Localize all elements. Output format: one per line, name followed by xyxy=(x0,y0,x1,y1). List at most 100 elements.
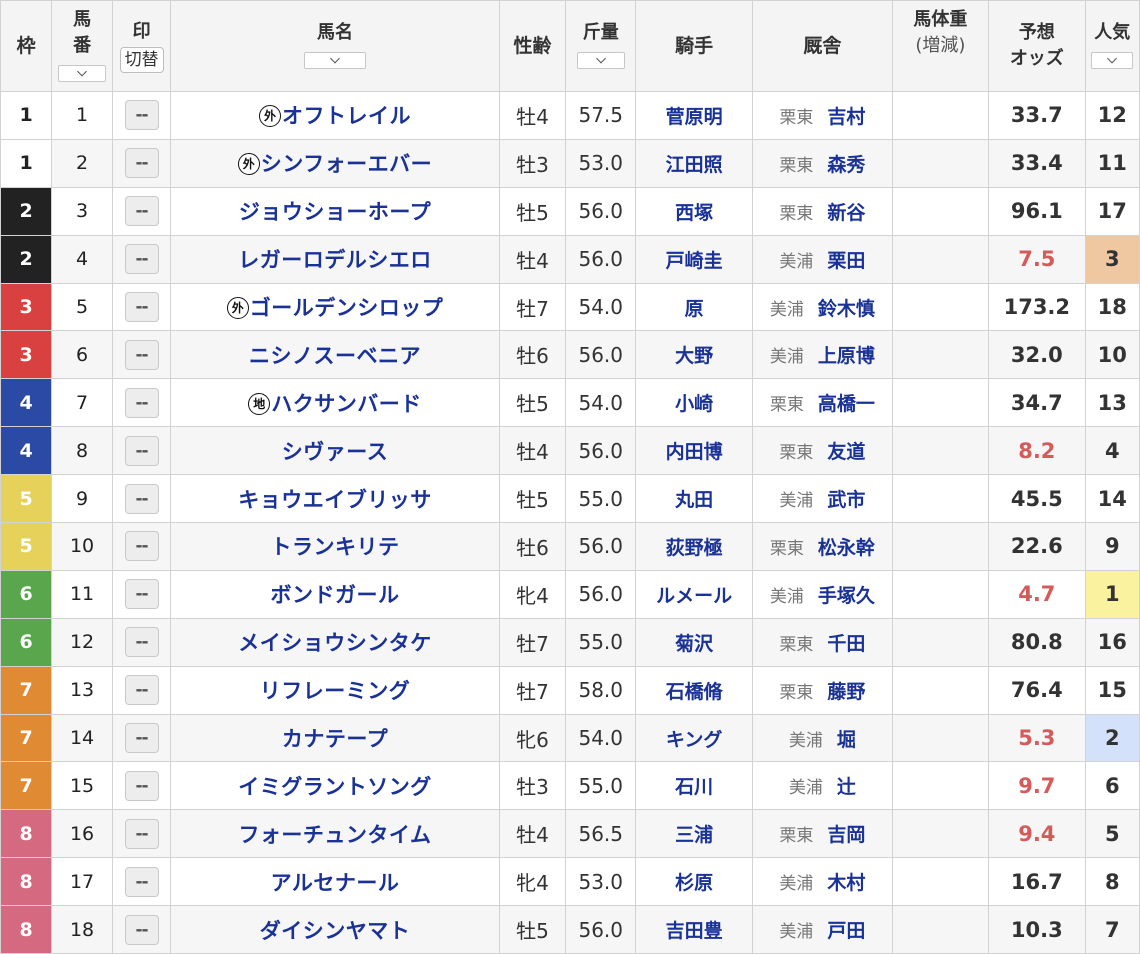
horse-name-link[interactable]: リフレーミング xyxy=(260,679,411,703)
trainer-link[interactable]: 辻 xyxy=(837,776,856,798)
trainer-link[interactable]: 高橋一 xyxy=(818,393,875,415)
trainer-link[interactable]: 戸田 xyxy=(827,920,865,942)
mark-select-button[interactable]: -- xyxy=(124,292,159,322)
trainer-link[interactable]: 友道 xyxy=(827,441,865,463)
trainer-link[interactable]: 手塚久 xyxy=(818,585,875,607)
mark-select-button[interactable]: -- xyxy=(124,914,159,945)
jockey-link[interactable]: 吉田豊 xyxy=(635,905,754,954)
trainer-link[interactable]: 木村 xyxy=(827,872,865,894)
trainer-link[interactable]: 鈴木慎 xyxy=(818,298,875,320)
trainer-link[interactable]: 藤野 xyxy=(827,681,865,703)
mark-select-button[interactable]: -- xyxy=(124,579,159,610)
stable-region: 栗東 xyxy=(779,107,814,128)
horse-name-link[interactable]: アルセナール xyxy=(271,871,400,895)
jockey-link[interactable]: 江田照 xyxy=(635,138,754,188)
jockey-header-label: 騎手 xyxy=(675,35,714,57)
jockey-link[interactable]: 小崎 xyxy=(635,378,754,428)
sort-horse-name-button[interactable] xyxy=(303,52,366,69)
jockey-link[interactable]: 内田博 xyxy=(635,426,754,476)
jockey-link[interactable]: 荻野極 xyxy=(635,522,754,571)
mark-select-button[interactable]: -- xyxy=(124,866,159,897)
popularity-rank: 4 xyxy=(1084,426,1140,476)
mark-select-button[interactable]: -- xyxy=(124,818,159,849)
sort-weight-button[interactable] xyxy=(576,52,625,69)
predicted-odds: 10.3 xyxy=(988,905,1086,954)
horse-number: 3 xyxy=(51,186,113,236)
horse-name-link[interactable]: シンフォーエバー xyxy=(261,152,432,176)
horse-name-link[interactable]: ゴールデンシロップ xyxy=(250,296,444,320)
mark-select-button[interactable]: -- xyxy=(124,723,159,754)
col-header-horse-name[interactable]: 馬名 xyxy=(170,0,500,92)
horse-name-link[interactable]: ダイシンヤマト xyxy=(260,919,411,943)
body-weight xyxy=(891,713,990,763)
trainer-link[interactable]: 吉岡 xyxy=(827,824,865,846)
carried-weight: 58.0 xyxy=(565,665,637,715)
predicted-odds: 33.4 xyxy=(988,138,1086,188)
horse-name-link[interactable]: シヴァース xyxy=(282,440,388,464)
mark-select-button[interactable]: -- xyxy=(124,675,159,706)
table-row: 2 3 -- ジョウショーホープ 牡5 56.0 西塚 栗東 新谷 96.1 17 xyxy=(0,186,1140,236)
horse-name-link[interactable]: トランキリテ xyxy=(270,535,399,559)
horse-name-link[interactable]: カナテープ xyxy=(282,727,388,751)
horse-name-link[interactable]: オフトレイル xyxy=(282,104,411,128)
mark-select-button[interactable]: -- xyxy=(124,387,159,418)
mark-select-button[interactable]: -- xyxy=(124,244,159,275)
horse-name-link[interactable]: レガーロデルシエロ xyxy=(238,248,432,272)
mark-select-button[interactable]: -- xyxy=(124,196,159,227)
trainer-link[interactable]: 新谷 xyxy=(827,202,865,224)
trainer-link[interactable]: 上原博 xyxy=(818,345,875,367)
mark-select-button[interactable]: -- xyxy=(124,339,159,370)
stable-cell: 美浦 戸田 xyxy=(752,905,893,954)
jockey-link[interactable]: 菊沢 xyxy=(635,617,754,667)
horse-name-link[interactable]: ハクサンバード xyxy=(271,392,422,416)
horse-name-link[interactable]: メイショウシンタケ xyxy=(238,631,432,655)
waku-number: 3 xyxy=(0,330,53,380)
mark-select-button[interactable]: -- xyxy=(124,531,159,562)
trainer-link[interactable]: 武市 xyxy=(827,489,865,511)
mark-select-button[interactable]: -- xyxy=(124,483,159,514)
mark-select-button[interactable]: -- xyxy=(124,100,159,131)
jockey-link[interactable]: 大野 xyxy=(635,330,754,380)
horse-name-link[interactable]: ボンドガール xyxy=(270,583,399,607)
horse-name-link[interactable]: イミグラントソング xyxy=(238,775,432,799)
horse-name-link[interactable]: ニシノスーベニア xyxy=(249,344,421,368)
jockey-link[interactable]: 原 xyxy=(635,282,754,332)
horse-name-link[interactable]: ジョウショーホープ xyxy=(239,200,431,224)
body-weight xyxy=(891,617,990,667)
sort-umaban-button[interactable] xyxy=(58,65,107,82)
jockey-link[interactable]: 石川 xyxy=(635,761,754,811)
trainer-link[interactable]: 森秀 xyxy=(827,154,865,176)
body-weight xyxy=(891,569,990,619)
trainer-link[interactable]: 堀 xyxy=(837,729,856,751)
col-header-popularity[interactable]: 人気 xyxy=(1084,0,1140,92)
mark-select-button[interactable]: -- xyxy=(124,770,159,801)
mark-cell: -- xyxy=(111,857,172,907)
mark-select-button[interactable]: -- xyxy=(124,627,159,658)
mark-cell: -- xyxy=(111,617,172,667)
mark-select-button[interactable]: -- xyxy=(124,435,159,466)
jockey-link[interactable]: 三浦 xyxy=(635,809,754,859)
horse-number: 14 xyxy=(51,713,113,763)
mark-switch-button[interactable]: 切替 xyxy=(119,47,164,73)
mark-select-button[interactable]: -- xyxy=(124,148,159,179)
trainer-link[interactable]: 千田 xyxy=(827,633,865,655)
col-header-umaban[interactable]: 馬 番 xyxy=(51,0,113,92)
jockey-link[interactable]: 石橋脩 xyxy=(635,665,754,715)
horse-name-link[interactable]: キョウエイブリッサ xyxy=(238,488,432,512)
jockey-link[interactable]: 西塚 xyxy=(635,186,754,236)
jockey-link[interactable]: 丸田 xyxy=(635,474,754,524)
stable-cell: 美浦 上原博 xyxy=(752,330,893,380)
trainer-link[interactable]: 吉村 xyxy=(827,106,865,128)
jockey-link[interactable]: ルメール xyxy=(635,569,754,619)
horse-cell: トランキリテ xyxy=(170,522,500,571)
jockey-link[interactable]: 戸崎圭 xyxy=(635,234,754,284)
jockey-link[interactable]: キング xyxy=(635,713,754,763)
mark-cell: -- xyxy=(111,378,172,428)
jockey-link[interactable]: 杉原 xyxy=(635,857,754,907)
sort-popularity-button[interactable] xyxy=(1091,52,1134,69)
col-header-weight[interactable]: 斤量 xyxy=(565,0,637,92)
horse-name-link[interactable]: フォーチュンタイム xyxy=(238,823,431,847)
trainer-link[interactable]: 栗田 xyxy=(827,250,865,272)
trainer-link[interactable]: 松永幹 xyxy=(818,537,875,559)
jockey-link[interactable]: 菅原明 xyxy=(635,91,754,140)
